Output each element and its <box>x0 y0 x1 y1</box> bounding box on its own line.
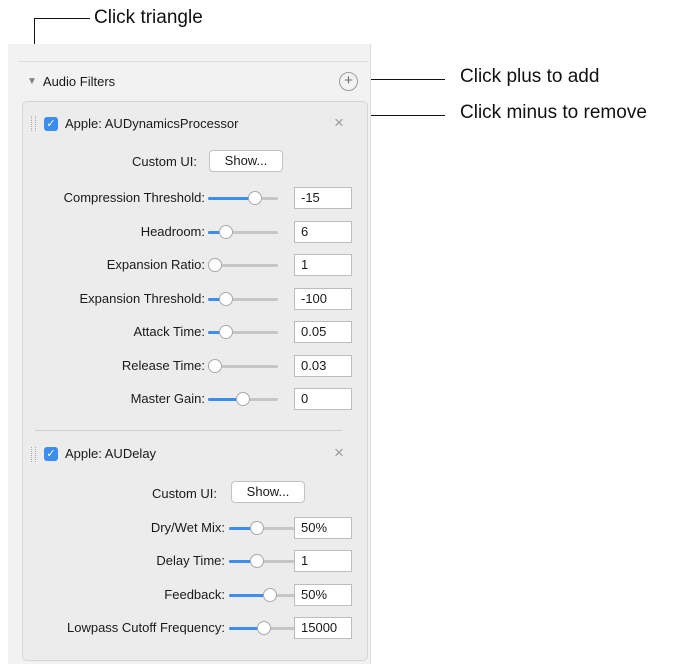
custom-ui-label: Custom UI: <box>131 154 197 169</box>
callout-click-plus: Click plus to add <box>460 66 600 87</box>
checkmark-icon[interactable]: ✓ <box>44 446 58 461</box>
slider-knob[interactable] <box>250 521 265 535</box>
callout-click-minus: Click minus to remove <box>460 102 647 123</box>
param-slider[interactable] <box>208 357 278 375</box>
slider-knob[interactable] <box>250 554 265 569</box>
param-slider[interactable] <box>229 586 299 604</box>
slider-knob[interactable] <box>257 620 271 635</box>
filter-name: Apple: AUDelay <box>65 446 157 461</box>
filters-panel <box>22 101 368 661</box>
param-value-field[interactable]: -100 <box>294 287 352 310</box>
callout-minus-line <box>360 115 445 116</box>
param-label: Feedback: <box>164 586 225 602</box>
close-icon[interactable]: × <box>334 443 344 463</box>
audio-filters-header[interactable]: ▼ Audio Filters <box>27 74 115 89</box>
slider-knob[interactable] <box>219 291 234 306</box>
slider-knob[interactable] <box>219 325 234 339</box>
param-slider[interactable] <box>208 256 278 274</box>
param-value-field[interactable]: -15 <box>294 187 352 209</box>
add-filter-button[interactable]: + <box>339 72 358 91</box>
custom-ui-label: Custom UI: <box>151 486 217 501</box>
param-value-field[interactable]: 6 <box>294 220 352 243</box>
slider-knob[interactable] <box>262 587 277 602</box>
param-label: Headroom: <box>140 223 205 239</box>
slider-knob[interactable] <box>208 358 222 373</box>
param-label: Expansion Ratio: <box>106 257 205 272</box>
param-slider[interactable] <box>208 223 278 241</box>
param-label: Dry/Wet Mix: <box>150 520 225 535</box>
filter-name: Apple: AUDynamicsProcessor <box>65 116 239 131</box>
param-slider[interactable] <box>208 323 278 341</box>
param-slider[interactable] <box>229 619 299 637</box>
param-label: Delay Time: <box>156 553 225 569</box>
param-slider[interactable] <box>229 519 299 537</box>
slider-knob[interactable] <box>248 191 263 205</box>
param-slider[interactable] <box>208 189 278 207</box>
drag-handle-icon[interactable] <box>31 116 36 131</box>
param-label: Compression Threshold: <box>63 190 205 205</box>
param-label: Master Gain: <box>130 391 205 406</box>
slider-knob[interactable] <box>219 224 234 239</box>
param-label: Expansion Threshold: <box>79 290 205 306</box>
param-slider[interactable] <box>208 390 278 408</box>
filter-divider <box>35 430 342 431</box>
param-label: Release Time: <box>121 357 205 373</box>
param-slider[interactable] <box>229 552 299 570</box>
param-value-field[interactable]: 1 <box>294 550 352 573</box>
slider-knob[interactable] <box>236 392 250 406</box>
param-value-field[interactable]: 50% <box>294 583 352 606</box>
callout-plus-line <box>360 79 445 80</box>
checkmark-icon[interactable]: ✓ <box>44 116 58 131</box>
callout-click-triangle: Click triangle <box>94 7 203 28</box>
param-value-field[interactable]: 0.03 <box>294 354 352 377</box>
filter-header-dynamics: ✓ Apple: AUDynamicsProcessor <box>44 116 238 131</box>
param-label: Attack Time: <box>133 324 205 339</box>
param-value-field[interactable]: 1 <box>294 254 352 276</box>
slider-knob[interactable] <box>208 258 222 272</box>
param-value-field[interactable]: 15000 <box>294 616 352 639</box>
audio-filters-title: Audio Filters <box>42 74 116 89</box>
show-button[interactable]: Show... <box>209 150 283 172</box>
section-separator <box>18 61 368 62</box>
callout-triangle-line-h <box>34 18 90 19</box>
show-button[interactable]: Show... <box>231 481 305 503</box>
drag-handle-icon[interactable] <box>31 447 36 462</box>
param-value-field[interactable]: 0.05 <box>294 321 352 343</box>
close-icon[interactable]: × <box>334 113 344 133</box>
param-value-field[interactable]: 0 <box>294 388 352 410</box>
param-value-field[interactable]: 50% <box>294 517 352 539</box>
disclosure-triangle-icon[interactable]: ▼ <box>27 76 37 87</box>
filter-header-delay: ✓ Apple: AUDelay <box>44 446 156 461</box>
param-label: Lowpass Cutoff Frequency: <box>66 619 225 635</box>
param-slider[interactable] <box>208 290 278 308</box>
